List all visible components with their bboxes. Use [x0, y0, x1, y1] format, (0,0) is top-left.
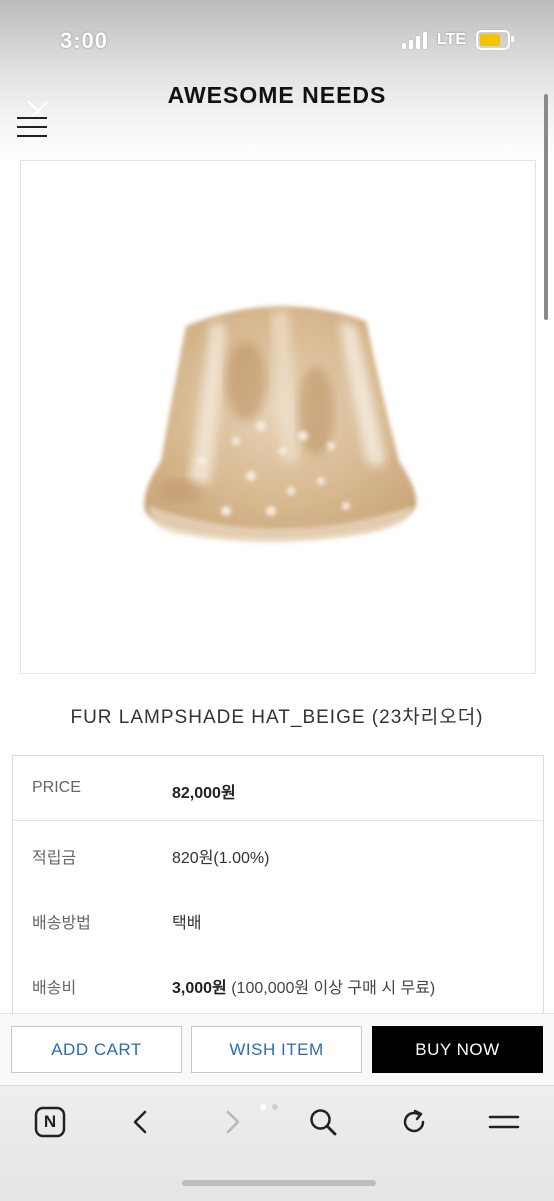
refresh-icon[interactable] — [392, 1100, 436, 1144]
row-divider — [13, 820, 543, 821]
points-label: 적립금 — [32, 850, 77, 867]
brand-logo[interactable]: AWESOME NEEDS — [0, 82, 554, 109]
page-scrollbar[interactable] — [544, 94, 548, 320]
shipping-fee-row: 배송비 3,000원 (100,000원 이상 구매 시 무료) — [13, 968, 543, 998]
page-dot — [272, 1104, 278, 1110]
home-indicator[interactable] — [182, 1180, 376, 1186]
network-label: LTE — [436, 31, 466, 48]
points-row: 적립금 820원(1.00%) — [13, 838, 543, 868]
menu-button[interactable] — [17, 117, 47, 139]
status-time: 3:00 — [60, 28, 109, 53]
price-amount: 82,000원 — [172, 785, 236, 802]
price-label: PRICE — [32, 779, 81, 796]
menu-icon-line — [17, 126, 47, 128]
shipping-fee-label: 배송비 — [32, 980, 77, 997]
shipping-method-label: 배송방법 — [32, 915, 91, 932]
more-menu-icon[interactable] — [482, 1100, 526, 1144]
product-info-table: PRICE 82,000원 적립금 820원(1.00%) 배송방법 택배 배송… — [12, 755, 544, 1026]
shipping-method-row: 배송방법 택배 — [13, 903, 543, 933]
page-indicator — [260, 1104, 278, 1110]
shipping-fee-amount: 3,000원 — [172, 980, 227, 997]
buy-now-button[interactable]: BUY NOW — [372, 1026, 543, 1073]
menu-icon-line — [17, 117, 47, 119]
fur-hat-image — [144, 306, 417, 543]
forward-icon[interactable] — [210, 1100, 254, 1144]
shipping-fee-value: 3,000원 (100,000원 이상 구매 시 무료) — [172, 974, 435, 998]
add-cart-button[interactable]: ADD CART — [11, 1026, 182, 1073]
product-image[interactable] — [20, 160, 536, 674]
shipping-method-value: 택배 — [172, 915, 202, 932]
wish-item-button[interactable]: WISH ITEM — [191, 1026, 362, 1073]
naver-home-icon[interactable]: N — [28, 1100, 72, 1144]
status-indicators: LTE — [401, 30, 514, 50]
naver-badge-letter: N — [43, 1112, 57, 1131]
price-value: 82,000원 — [172, 779, 236, 803]
menu-icon-line — [17, 135, 47, 137]
action-bar: ADD CART WISH ITEM BUY NOW — [0, 1013, 554, 1086]
product-title: FUR LAMPSHADE HAT_BEIGE (23차리오더) — [70, 707, 484, 728]
top-gradient — [0, 0, 554, 160]
signal-icon — [401, 31, 427, 49]
shipping-fee-note: (100,000원 이상 구매 시 무료) — [231, 980, 436, 997]
back-icon[interactable] — [119, 1100, 163, 1144]
search-icon[interactable] — [301, 1100, 345, 1144]
points-value: 820원(1.00%) — [172, 850, 270, 867]
battery-icon — [476, 30, 514, 50]
price-row: PRICE 82,000원 — [13, 773, 543, 803]
page-dot-active — [260, 1104, 266, 1110]
